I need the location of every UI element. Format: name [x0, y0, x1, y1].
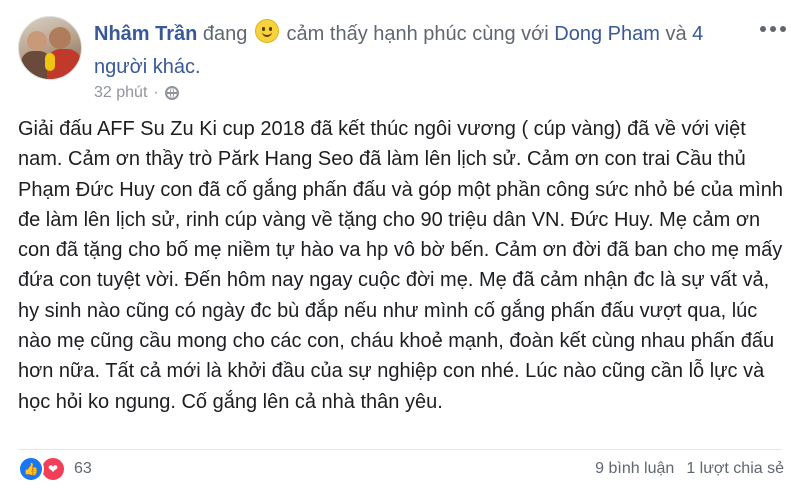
separator: · [153, 84, 159, 101]
avatar-person-1 [27, 31, 47, 51]
avatar-person-2 [49, 27, 71, 49]
globe-icon[interactable] [164, 86, 179, 100]
status-prefix: đang [202, 23, 248, 45]
like-icon: 👍 [18, 456, 44, 482]
shares-count-link[interactable]: 1 lượt chia sẻ [686, 460, 784, 478]
feeling-text: cảm thấy hạnh phúc cùng với [286, 23, 549, 45]
avatar[interactable] [18, 16, 82, 80]
post-meta: 32 phút · [94, 84, 179, 102]
more-options-icon[interactable] [760, 26, 786, 32]
dot [760, 26, 766, 32]
dot [780, 26, 786, 32]
dot [770, 26, 776, 32]
post-body-text: Giải đấu AFF Su Zu Ki cup 2018 đã kết th… [18, 118, 784, 413]
reaction-count: 63 [74, 460, 92, 477]
divider [18, 449, 782, 450]
comments-count-link[interactable]: 9 bình luận [595, 460, 674, 478]
connector-text: và [665, 23, 687, 45]
timestamp-link[interactable]: 32 phút [94, 84, 147, 102]
tagged-person-link[interactable]: Dong Pham [554, 23, 660, 45]
post-stats: 9 bình luận 1 lượt chia sẻ [595, 460, 784, 478]
smile-emoji-icon [254, 19, 279, 43]
avatar-flower [45, 53, 55, 71]
reactions-bar[interactable]: 👍 ❤ 63 [18, 456, 92, 482]
author-name-link[interactable]: Nhâm Trần [94, 23, 197, 45]
post-header: Nhâm Trần đang cảm thấy hạnh phúc cùng v… [94, 18, 744, 84]
